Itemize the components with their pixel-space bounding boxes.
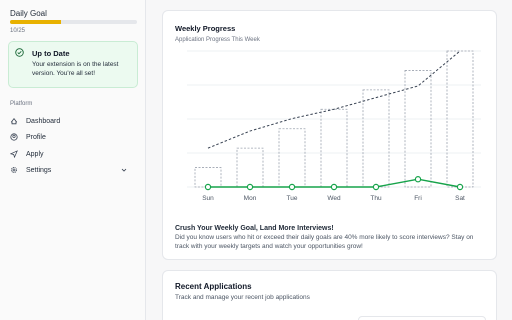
goal-bar [404, 70, 432, 188]
profile-icon [10, 133, 18, 141]
x-tick-label: Wed [327, 195, 341, 202]
goal-bar [320, 108, 348, 188]
recent-applications-title: Recent Applications [175, 282, 252, 291]
actual-point [414, 176, 422, 183]
platform-section-label: Platform [10, 101, 33, 107]
gear-icon [11, 167, 17, 173]
x-tick-label: Tue [287, 195, 298, 202]
recent-applications-panel [358, 316, 486, 320]
x-tick-label: Mon [244, 195, 257, 202]
actual-point [456, 183, 464, 191]
update-status-message: Your extension is on the latest version.… [32, 61, 119, 77]
daily-goal-progress-fill [10, 20, 61, 24]
daily-goal-progress-bar [10, 20, 137, 24]
sidebar-item-label: Profile [26, 133, 46, 141]
recent-applications-subtitle: Track and manage your recent job applica… [175, 294, 310, 301]
update-status-title: Up to Date [32, 49, 70, 58]
check-circle-icon [15, 48, 24, 57]
trend-line [207, 50, 461, 149]
sidebar-item-label: Settings [26, 166, 52, 174]
x-tick-label: Sat [455, 195, 465, 202]
sidebar-item-label: Dashboard [26, 117, 61, 125]
dashboard-icon [10, 117, 18, 125]
daily-goal-count: 10/25 [10, 28, 26, 34]
tip-title: Crush Your Weekly Goal, Land More Interv… [175, 225, 334, 232]
tip-text: Did you know users who hit or exceed the… [175, 234, 474, 250]
chevron-down-icon[interactable] [120, 166, 128, 174]
actual-point [246, 183, 254, 191]
sidebar-item-settings[interactable]: Settings [10, 164, 138, 176]
send-icon [10, 150, 18, 158]
sidebar-item-apply[interactable]: Apply [10, 148, 138, 160]
x-tick-label: Fri [414, 195, 422, 202]
actual-point [204, 183, 212, 191]
sidebar: Daily Goal 10/25 Up to Date Your extensi… [0, 0, 146, 320]
weekly-progress-card: Weekly Progress Application Progress Thi… [162, 10, 497, 260]
update-status-card: Up to Date Your extension is on the late… [8, 41, 138, 88]
x-tick-label: Thu [370, 195, 382, 202]
goal-bar [362, 89, 390, 188]
weekly-progress-chart: Sun Mon Tue Wed Thu Fri Sat [187, 50, 481, 202]
sidebar-item-dashboard[interactable]: Dashboard [10, 115, 138, 127]
goal-bar [278, 128, 306, 188]
x-tick-label: Sun [202, 195, 214, 202]
daily-goal-label: Daily Goal [10, 9, 47, 18]
recent-applications-card: Recent Applications Track and manage you… [162, 270, 497, 320]
goal-bar [236, 147, 264, 188]
actual-point [372, 183, 380, 191]
sidebar-item-profile[interactable]: Profile [10, 131, 138, 143]
actual-point [288, 183, 296, 191]
sidebar-item-label: Apply [26, 150, 44, 158]
actual-point [330, 183, 338, 191]
